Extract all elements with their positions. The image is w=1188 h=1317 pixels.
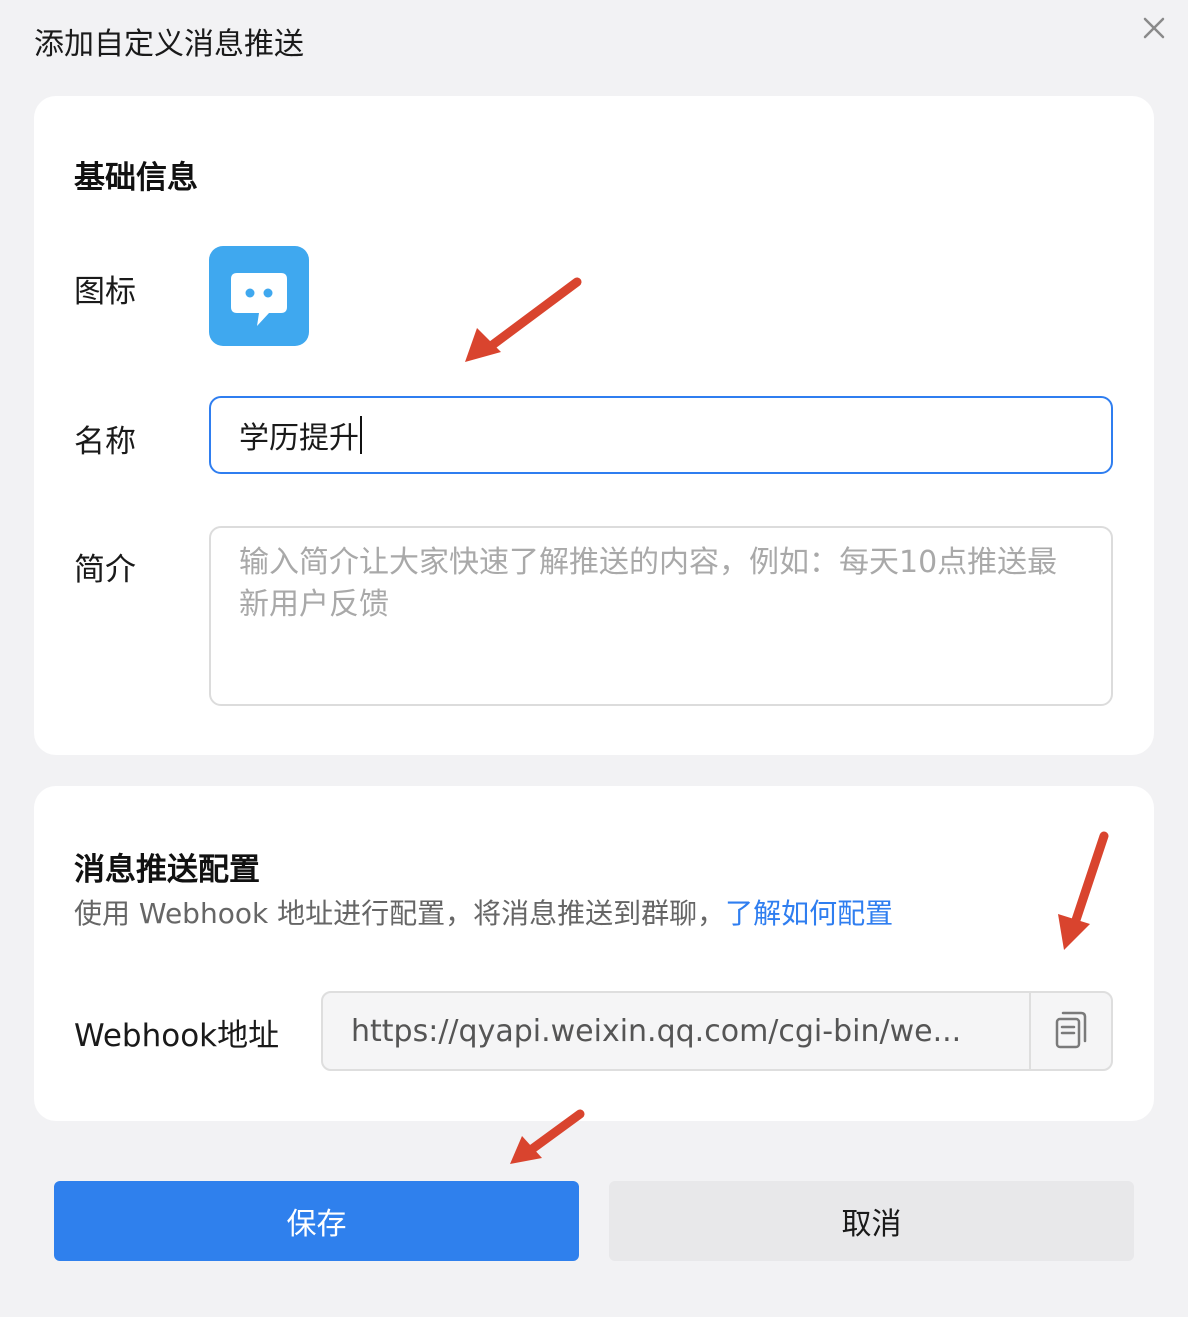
annotation-arrow-icon bbox=[1058, 831, 1109, 950]
save-button[interactable]: 保存 bbox=[54, 1181, 579, 1261]
text-caret bbox=[360, 416, 362, 454]
close-button[interactable] bbox=[1136, 10, 1172, 46]
intro-textarea[interactable]: 输入简介让大家快速了解推送的内容，例如：每天10点推送最新用户反馈 bbox=[209, 526, 1113, 706]
webhook-field: https://qyapi.weixin.qq.com/cgi-bin/we..… bbox=[321, 991, 1113, 1071]
dialog-title: 添加自定义消息推送 bbox=[34, 27, 304, 62]
close-icon bbox=[1143, 17, 1165, 39]
copy-icon bbox=[1055, 1011, 1087, 1049]
annotation-arrow-icon bbox=[510, 1109, 585, 1164]
icon-label: 图标 bbox=[74, 274, 136, 310]
description-text: 使用 Webhook 地址进行配置，将消息推送到群聊， bbox=[74, 897, 726, 930]
push-config-card: 消息推送配置 使用 Webhook 地址进行配置，将消息推送到群聊，了解如何配置… bbox=[34, 786, 1154, 1121]
copy-button[interactable] bbox=[1029, 993, 1111, 1069]
name-input[interactable]: 学历提升 bbox=[209, 396, 1113, 474]
chat-bubble-icon bbox=[231, 273, 287, 326]
name-label: 名称 bbox=[74, 424, 136, 460]
push-config-title: 消息推送配置 bbox=[74, 852, 260, 888]
cancel-button[interactable]: 取消 bbox=[609, 1181, 1134, 1261]
basic-info-card: 基础信息 图标 名称 学历提升 简介 输入简介让大家快速了解推送的内容，例如：每… bbox=[34, 96, 1154, 755]
intro-label: 简介 bbox=[74, 552, 136, 588]
push-config-description: 使用 Webhook 地址进行配置，将消息推送到群聊，了解如何配置 bbox=[74, 892, 893, 932]
icon-picker[interactable] bbox=[209, 246, 309, 346]
webhook-value[interactable]: https://qyapi.weixin.qq.com/cgi-bin/we..… bbox=[323, 993, 1029, 1069]
intro-placeholder: 输入简介让大家快速了解推送的内容，例如：每天10点推送最新用户反馈 bbox=[239, 545, 1058, 622]
annotation-arrow-icon bbox=[465, 277, 582, 362]
webhook-label: Webhook地址 bbox=[74, 1018, 280, 1054]
basic-info-title: 基础信息 bbox=[74, 160, 198, 196]
help-link[interactable]: 了解如何配置 bbox=[725, 897, 893, 930]
name-input-value: 学历提升 bbox=[239, 421, 359, 456]
